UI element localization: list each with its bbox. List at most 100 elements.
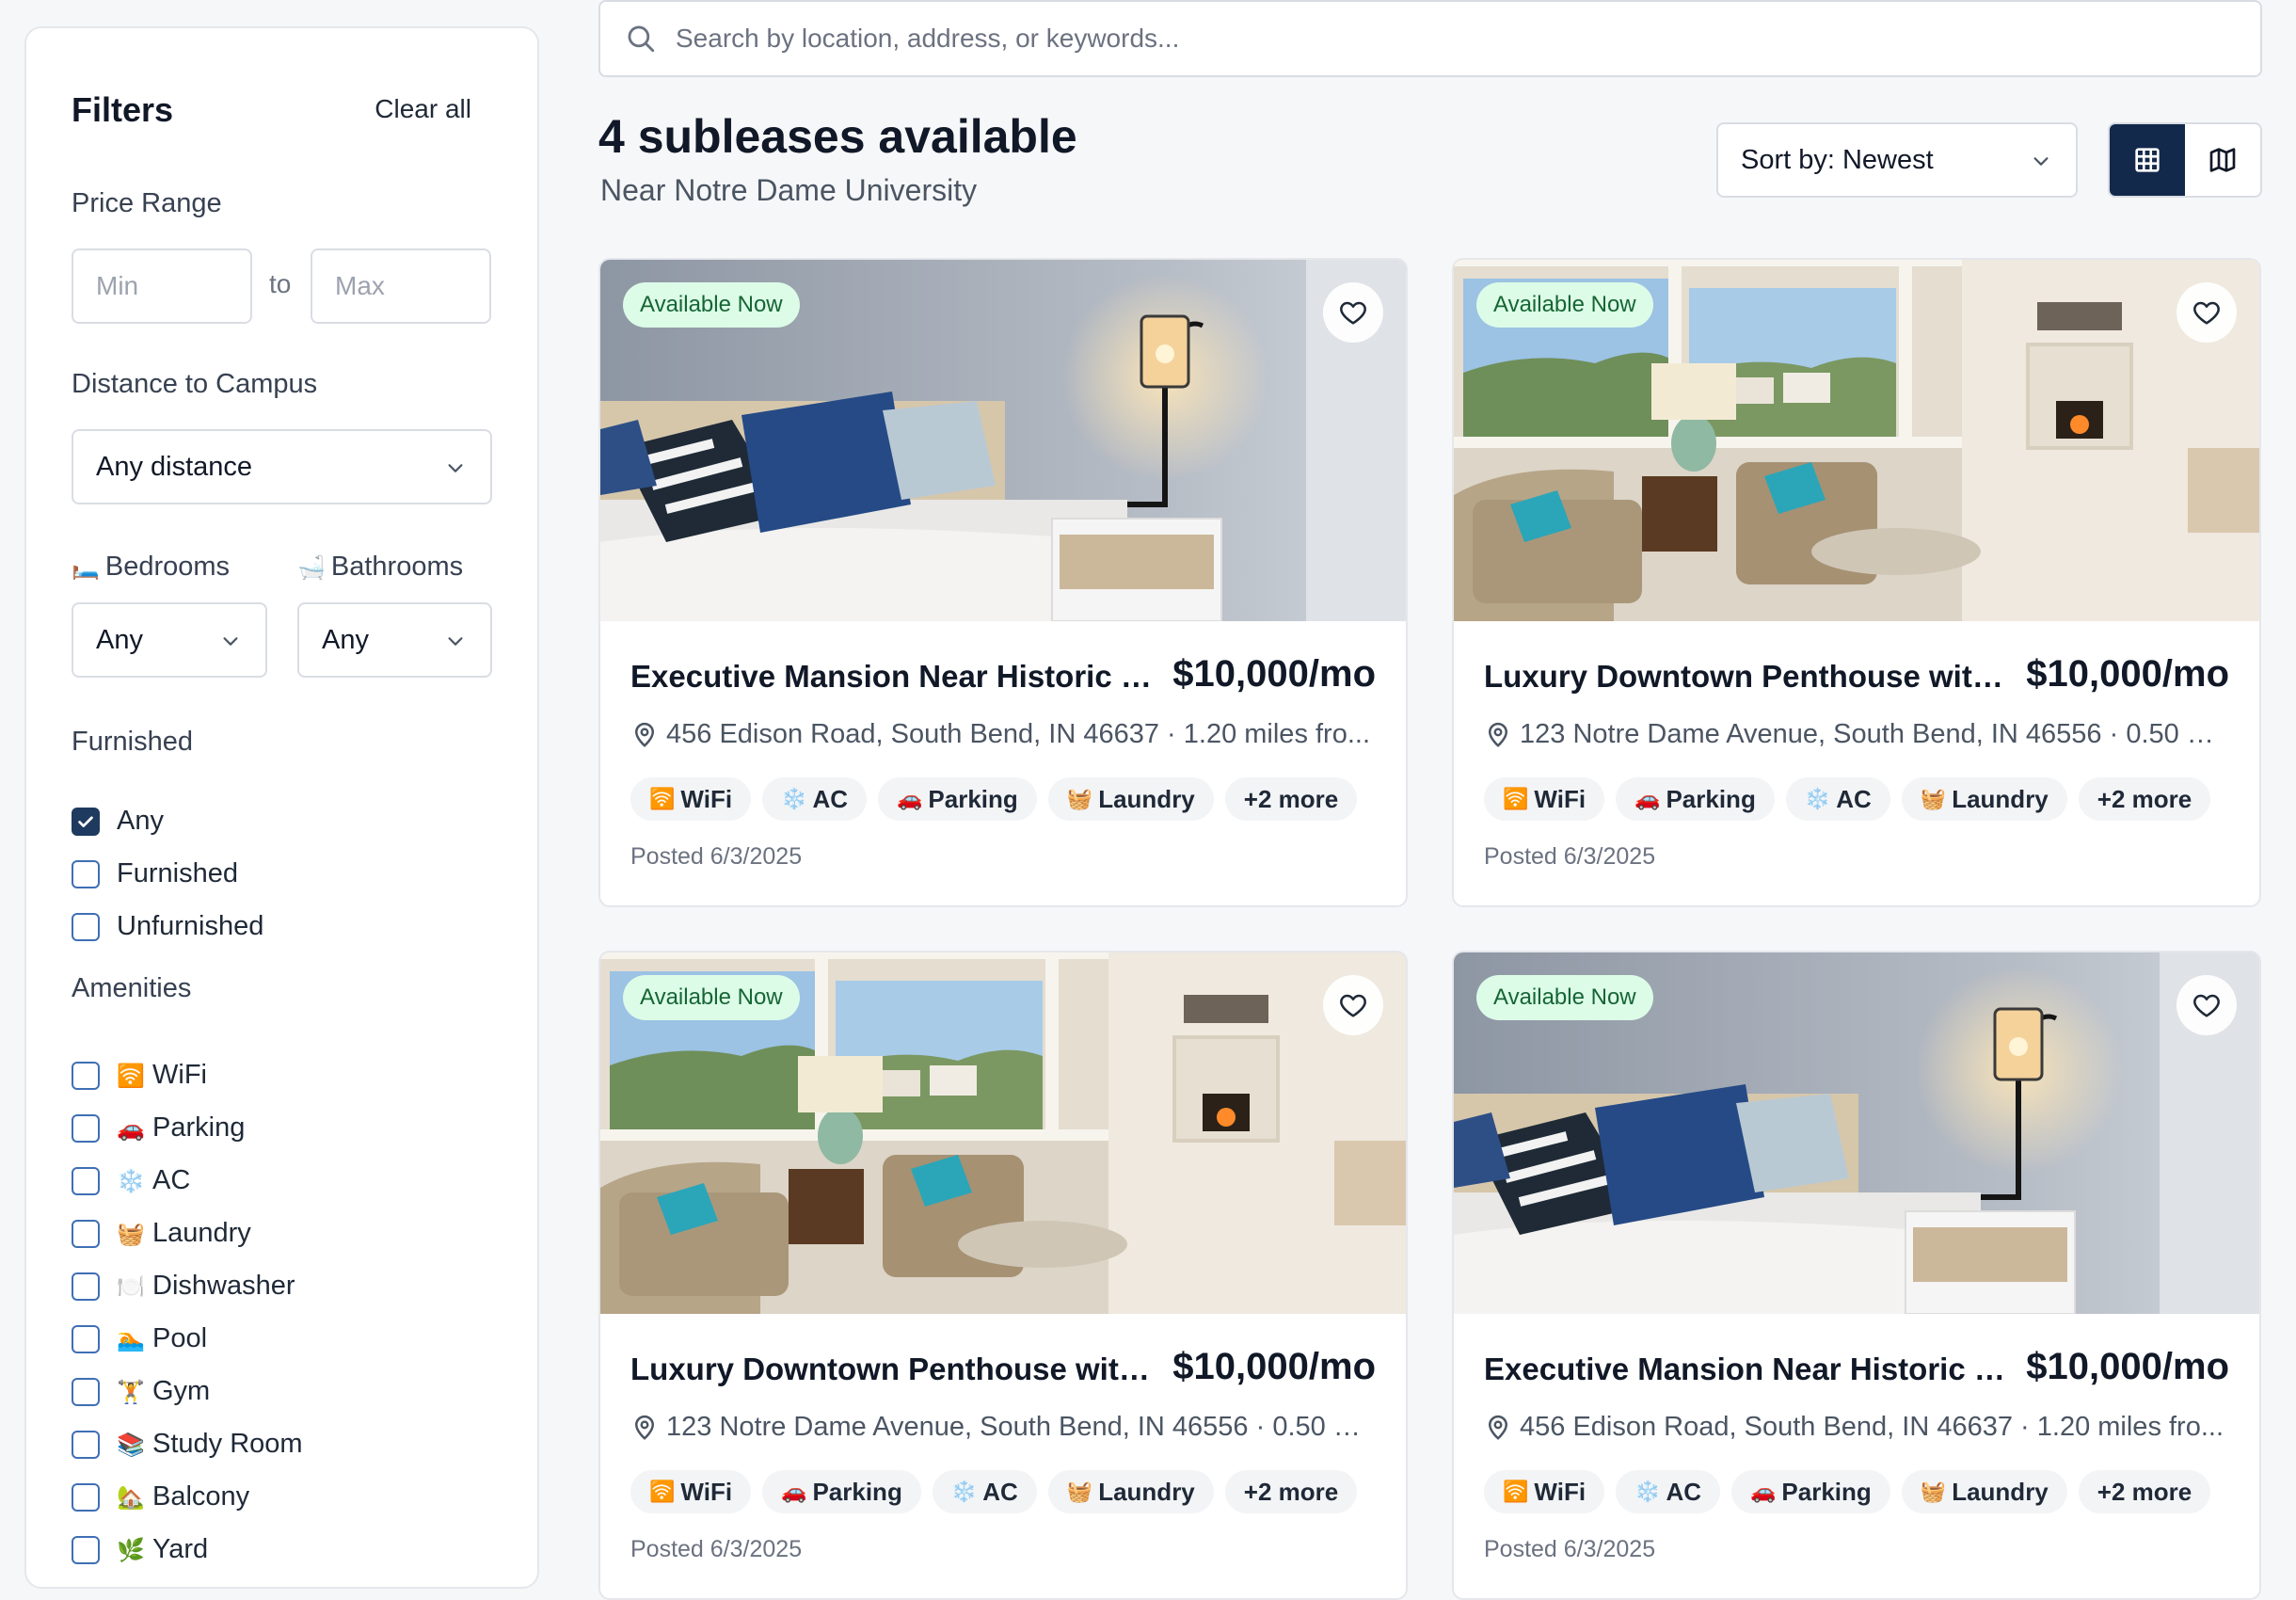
amenity-label: Parking	[152, 1112, 246, 1143]
grid-view-button[interactable]	[2110, 124, 2185, 196]
amenity-tag-icon: ❄️	[950, 1480, 978, 1504]
chevron-down-icon	[2033, 157, 2049, 166]
checkbox[interactable]	[72, 1166, 100, 1195]
amenity-tag: 🚗 Parking	[878, 777, 1037, 821]
listing-card[interactable]: Available Now Executive Mansion Near Hist…	[1452, 951, 2261, 1600]
amenity-tag-label: WiFi	[1534, 784, 1586, 813]
bedrooms-label: 🛏️ Bedrooms	[72, 552, 230, 583]
bedrooms-select[interactable]: Any	[72, 602, 267, 678]
filters-sidebar: Filters Clear all Price Range to Distanc…	[24, 26, 539, 1589]
amenity-option-pool[interactable]: 🏊 Pool	[72, 1323, 207, 1354]
checkbox[interactable]	[72, 807, 100, 836]
amenity-tag: 🛜 WiFi	[630, 1470, 752, 1513]
amenity-tag: 🚗 Parking	[762, 1470, 921, 1513]
amenity-option-yard[interactable]: 🌿 Yard	[72, 1534, 208, 1565]
amenity-tag-icon: 🛜	[1503, 787, 1529, 811]
posted-date: Posted 6/3/2025	[1484, 1536, 1656, 1562]
chevron-down-icon	[448, 637, 463, 646]
furnished-option-any[interactable]: Any	[72, 806, 164, 837]
listing-title[interactable]: Luxury Downtown Penthouse with ...	[1484, 659, 2011, 695]
amenity-tag: 🚗 Parking	[1731, 1470, 1890, 1513]
distance-select-value: Any distance	[96, 451, 253, 482]
amenity-icon: 🍽️	[117, 1272, 145, 1300]
amenity-tag-icon: 🛜	[1503, 1480, 1529, 1504]
heart-icon	[2193, 994, 2220, 1017]
listing-address: 456 Edison Road, South Bend, IN 46637 · …	[630, 719, 1379, 750]
checkbox[interactable]	[72, 1272, 100, 1301]
location-pin-icon	[1488, 722, 1508, 747]
furnished-option-label: Furnished	[117, 858, 238, 888]
amenity-option-laundry[interactable]: 🧺 Laundry	[72, 1218, 251, 1249]
amenity-option-gym[interactable]: 🏋️ Gym	[72, 1376, 210, 1407]
listing-address-text: 123 Notre Dame Avenue, South Bend, IN 46…	[1520, 719, 2233, 749]
search-bar[interactable]	[598, 0, 2262, 77]
distance-select[interactable]: Any distance	[72, 429, 492, 504]
favorite-button[interactable]	[2176, 975, 2237, 1035]
listing-title[interactable]: Executive Mansion Near Historic C...	[1484, 1352, 2011, 1387]
amenity-tag: 🧺 Laundry	[1047, 777, 1214, 821]
amenity-tag-label: Parking	[1781, 1477, 1872, 1506]
amenity-tag-icon: 🚗	[1750, 1480, 1777, 1504]
amenity-option-balcony[interactable]: 🏡 Balcony	[72, 1481, 249, 1512]
favorite-button[interactable]	[2176, 282, 2237, 343]
amenity-label: AC	[152, 1165, 191, 1195]
amenity-option-ac[interactable]: ❄️ AC	[72, 1165, 190, 1196]
amenity-tag-label: Parking	[812, 1477, 902, 1506]
amenity-icon: 🚗	[117, 1114, 145, 1142]
amenity-tag-icon: 🛜	[649, 1480, 676, 1504]
checkbox[interactable]	[72, 1113, 100, 1143]
distance-label: Distance to Campus	[72, 369, 318, 399]
furnished-option-furnished[interactable]: Furnished	[72, 858, 238, 889]
price-min-input[interactable]	[72, 248, 252, 324]
filters-title: Filters	[72, 90, 174, 129]
amenity-tag-label: Laundry	[1098, 1477, 1195, 1506]
favorite-button[interactable]	[1323, 975, 1383, 1035]
checkbox[interactable]	[72, 1430, 100, 1459]
amenity-tag: 🛜 WiFi	[1484, 1470, 1605, 1513]
listing-card[interactable]: Available Now Executive Mansion Near Hist…	[598, 258, 1408, 907]
checkbox[interactable]	[72, 1324, 100, 1353]
amenity-tag-label: Parking	[1666, 784, 1756, 813]
clear-all-button[interactable]: Clear all	[375, 94, 471, 124]
listing-title[interactable]: Executive Mansion Near Historic C...	[630, 659, 1157, 695]
sort-select[interactable]: Sort by: Newest	[1716, 122, 2078, 198]
furnished-option-unfurnished[interactable]: Unfurnished	[72, 911, 263, 942]
amenity-option-study-room[interactable]: 📚 Study Room	[72, 1429, 303, 1460]
checkbox[interactable]	[72, 1482, 100, 1512]
checkbox[interactable]	[72, 1377, 100, 1406]
amenity-option-wifi[interactable]: 🛜 WiFi	[72, 1060, 207, 1091]
listing-address: 123 Notre Dame Avenue, South Bend, IN 46…	[630, 1412, 1379, 1443]
checkbox[interactable]	[72, 1535, 100, 1564]
amenity-option-parking[interactable]: 🚗 Parking	[72, 1112, 245, 1144]
amenity-option-dishwasher[interactable]: 🍽️ Dishwasher	[72, 1271, 295, 1302]
listing-card[interactable]: Available Now Luxury Downtown Penthouse w…	[598, 951, 1408, 1600]
amenity-tag-label: Parking	[928, 784, 1018, 813]
amenity-label: Balcony	[152, 1481, 250, 1512]
amenity-label: Laundry	[152, 1218, 251, 1248]
checkbox[interactable]	[72, 912, 100, 941]
map-view-button[interactable]	[2185, 124, 2260, 196]
checkbox[interactable]	[72, 859, 100, 888]
availability-badge: Available Now	[1476, 282, 1653, 328]
amenity-tag-label: AC	[812, 784, 849, 813]
amenity-icon: ❄️	[117, 1167, 145, 1194]
price-max-input[interactable]	[311, 248, 491, 324]
grid-icon	[2135, 148, 2160, 172]
listing-price: $10,000/mo	[2026, 1346, 2229, 1387]
favorite-button[interactable]	[1323, 282, 1383, 343]
checkbox[interactable]	[72, 1061, 100, 1090]
bathrooms-select[interactable]: Any	[297, 602, 492, 678]
checkbox[interactable]	[72, 1219, 100, 1248]
listing-title[interactable]: Luxury Downtown Penthouse with ...	[630, 1352, 1157, 1387]
view-toggle	[2108, 122, 2262, 198]
listing-card[interactable]: Available Now Luxury Downtown Penthouse w…	[1452, 258, 2261, 907]
bedrooms-label-text: Bedrooms	[104, 552, 231, 582]
bathrooms-label-text: Bathrooms	[330, 552, 464, 582]
listing-address: 456 Edison Road, South Bend, IN 46637 · …	[1484, 1412, 2233, 1443]
bedrooms-select-value: Any	[96, 624, 143, 655]
amenity-label: Study Room	[152, 1429, 303, 1459]
amenities-label: Amenities	[72, 973, 192, 1003]
amenity-tag: ❄️ AC	[1785, 777, 1890, 821]
search-input[interactable]	[676, 24, 2181, 54]
posted-date: Posted 6/3/2025	[630, 843, 803, 870]
